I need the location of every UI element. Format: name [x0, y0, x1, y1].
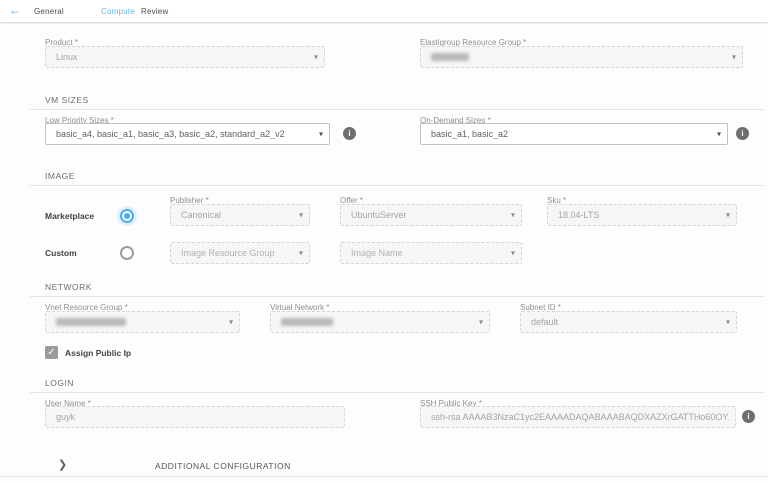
- custom-radio[interactable]: [120, 246, 134, 260]
- tab-general[interactable]: General: [34, 7, 64, 16]
- offer-select[interactable]: UbuntuServer ▾: [340, 204, 522, 226]
- sku-value: 18.04-LTS: [558, 210, 599, 220]
- offer-value: UbuntuServer: [351, 210, 407, 220]
- user-name-value: guyk: [56, 412, 75, 422]
- marketplace-radio[interactable]: [120, 209, 134, 223]
- product-value: Linux: [56, 52, 78, 62]
- chevron-down-icon: ▾: [299, 249, 303, 258]
- info-icon[interactable]: i: [736, 127, 749, 140]
- bottom-divider: [0, 476, 768, 477]
- chevron-down-icon: ▾: [511, 211, 515, 220]
- expand-chevron-icon[interactable]: ❯: [58, 458, 67, 471]
- redacted-value: [431, 53, 469, 61]
- product-select[interactable]: Linux ▾: [45, 46, 325, 68]
- section-divider: [30, 296, 764, 297]
- elastigroup-resource-group-select[interactable]: ▾: [420, 46, 743, 68]
- assign-public-ip-checkbox[interactable]: ✓: [45, 346, 58, 359]
- vnet-resource-group-select[interactable]: ▾: [45, 311, 240, 333]
- user-name-input[interactable]: guyk: [45, 406, 345, 428]
- image-name-select[interactable]: Image Name ▾: [340, 242, 522, 264]
- ssh-public-key-input[interactable]: ssh-rsa AAAAB3NzaC1yc2EAAAADAQABAAABAQDX…: [420, 406, 736, 428]
- chevron-down-icon: ▾: [314, 53, 318, 62]
- low-priority-sizes-select[interactable]: basic_a4, basic_a1, basic_a3, basic_a2, …: [45, 123, 330, 145]
- assign-public-ip-label: Assign Public Ip: [65, 348, 131, 358]
- chevron-down-icon: ▾: [511, 249, 515, 258]
- wizard-tab-bar: ← General Compute Review: [0, 0, 768, 22]
- low-priority-sizes-value: basic_a4, basic_a1, basic_a3, basic_a2, …: [56, 129, 285, 139]
- virtual-network-select[interactable]: ▾: [270, 311, 490, 333]
- chevron-down-icon: ▾: [319, 130, 323, 139]
- tab-compute[interactable]: Compute: [101, 7, 135, 16]
- image-section-title: IMAGE: [45, 171, 75, 181]
- info-icon[interactable]: i: [343, 127, 356, 140]
- publisher-select[interactable]: Canonical ▾: [170, 204, 310, 226]
- image-name-placeholder: Image Name: [351, 248, 403, 258]
- ssh-public-key-value: ssh-rsa AAAAB3NzaC1yc2EAAAADAQABAAABAQDX…: [431, 412, 729, 422]
- network-section-title: NETWORK: [45, 282, 92, 292]
- compute-form-page: ← General Compute Review Product * Linux…: [0, 0, 768, 483]
- chevron-down-icon: ▾: [229, 318, 233, 327]
- image-resource-group-select[interactable]: Image Resource Group ▾: [170, 242, 310, 264]
- chevron-down-icon: ▾: [732, 53, 736, 62]
- back-arrow-icon[interactable]: ←: [9, 3, 21, 17]
- marketplace-label: Marketplace: [45, 211, 94, 221]
- chevron-down-icon: ▾: [717, 130, 721, 139]
- redacted-value: [281, 318, 333, 326]
- vm-sizes-section-title: VM SIZES: [45, 95, 89, 105]
- section-divider: [30, 185, 764, 186]
- chevron-down-icon: ▾: [726, 211, 730, 220]
- chevron-down-icon: ▾: [479, 318, 483, 327]
- login-section-title: LOGIN: [45, 378, 74, 388]
- section-divider: [30, 109, 764, 110]
- info-icon[interactable]: i: [742, 410, 755, 423]
- additional-configuration-toggle[interactable]: ADDITIONAL CONFIGURATION: [155, 461, 291, 471]
- image-resource-group-placeholder: Image Resource Group: [181, 248, 275, 258]
- custom-label: Custom: [45, 248, 77, 258]
- on-demand-sizes-select[interactable]: basic_a1, basic_a2 ▾: [420, 123, 728, 145]
- tab-review[interactable]: Review: [141, 7, 168, 16]
- subnet-id-value: default: [531, 317, 558, 327]
- chevron-down-icon: ▾: [726, 318, 730, 327]
- chevron-down-icon: ▾: [299, 211, 303, 220]
- publisher-value: Canonical: [181, 210, 221, 220]
- redacted-value: [56, 318, 126, 326]
- sku-select[interactable]: 18.04-LTS ▾: [547, 204, 737, 226]
- subnet-id-select[interactable]: default ▾: [520, 311, 737, 333]
- section-divider: [30, 392, 764, 393]
- on-demand-sizes-value: basic_a1, basic_a2: [431, 129, 508, 139]
